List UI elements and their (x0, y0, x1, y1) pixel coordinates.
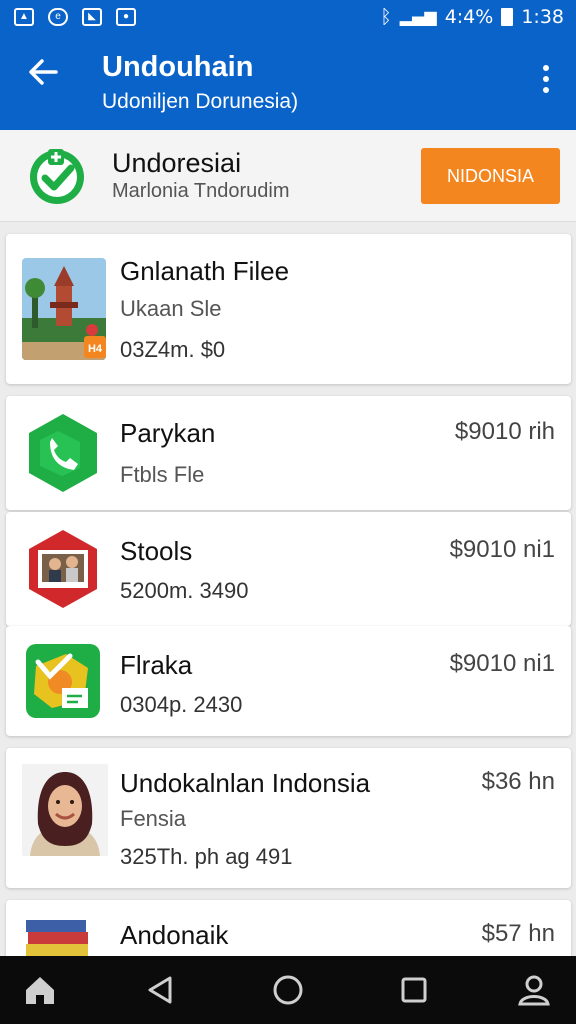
gallery-notification-icon: ◣ (82, 7, 102, 26)
item-title: Undokalnlan Indonsia (120, 768, 371, 798)
page-subtitle: Udoniljen Dorunesia) (102, 90, 299, 113)
battery-icon (501, 7, 514, 26)
item-meta: 03Z4m. $0 (120, 337, 226, 362)
wifi-signal-icon: ▂▄▆ (399, 7, 437, 26)
list-item[interactable]: Stools 5200m. 3490 $9010 ni1 (6, 512, 571, 626)
profile-icon[interactable] (514, 970, 554, 1010)
item-subtitle: Ftbls Fle (120, 462, 205, 487)
map-icon (22, 640, 104, 722)
phone-icon (22, 412, 104, 494)
item-title: Andonaik (120, 920, 229, 950)
banner-subtitle: Marlonia Tndorudim (112, 180, 290, 202)
temple-photo: H4 (22, 258, 106, 360)
item-title: Stools (120, 536, 193, 566)
app-notification-icon: e (48, 7, 68, 26)
item-meta: 0304p. 2430 (120, 692, 243, 717)
camera-notification-icon: ● (116, 7, 136, 26)
list-item[interactable]: Undokalnlan Indonsia Fensia 325Th. ph ag… (6, 748, 571, 888)
item-title: Gnlanath Filee (120, 256, 290, 286)
bluetooth-icon: ᛒ (380, 5, 392, 28)
recents-square-icon[interactable] (394, 970, 434, 1010)
banner-action-button[interactable]: NIDONSIA (421, 148, 560, 204)
item-price: $57 hn (481, 920, 555, 947)
person-photo (22, 764, 108, 856)
item-meta: 5200m. 3490 (120, 578, 249, 603)
banner-title: Undoresiai (112, 148, 242, 178)
item-price: $9010 ni1 (449, 650, 555, 677)
item-title: Flraka (120, 650, 193, 680)
item-title: Parykan (120, 418, 216, 448)
list-item[interactable]: H4 Gnlanath Filee Ukaan Sle 03Z4m. $0 (6, 234, 571, 384)
item-price: $9010 rih (454, 418, 555, 445)
navigation-bar (0, 956, 576, 1024)
status-bar: ▲ e ◣ ● ᛒ ▂▄▆ 4:4% 1:38 (0, 0, 576, 33)
item-subtitle: Ukaan Sle (120, 296, 222, 321)
home-icon[interactable] (20, 970, 60, 1010)
featured-banner: Undoresiai Marlonia Tndorudim NIDONSIA (0, 130, 576, 222)
more-options-icon[interactable] (542, 65, 550, 93)
photo-icon (22, 528, 104, 610)
thumb-badge: H4 (87, 343, 102, 355)
list-item[interactable]: Parykan Ftbls Fle $9010 rih (6, 396, 571, 510)
item-meta: 325Th. ph ag 491 (120, 844, 293, 869)
verified-check-icon (26, 144, 88, 206)
item-subtitle: Fensia (120, 806, 187, 831)
back-triangle-icon[interactable] (140, 970, 180, 1010)
app-bar: Undouhain Udoniljen Dorunesia) (0, 33, 576, 130)
home-circle-icon[interactable] (268, 970, 308, 1010)
list-item[interactable]: Flraka 0304p. 2430 $9010 ni1 (6, 626, 571, 736)
image-notification-icon: ▲ (14, 7, 34, 26)
page-title: Undouhain (102, 51, 254, 83)
battery-percent: 4:4% (444, 5, 494, 28)
clock: 1:38 (521, 5, 564, 28)
item-price: $9010 ni1 (449, 536, 555, 563)
back-arrow-icon[interactable] (26, 55, 60, 98)
item-price: $36 hn (481, 768, 555, 795)
